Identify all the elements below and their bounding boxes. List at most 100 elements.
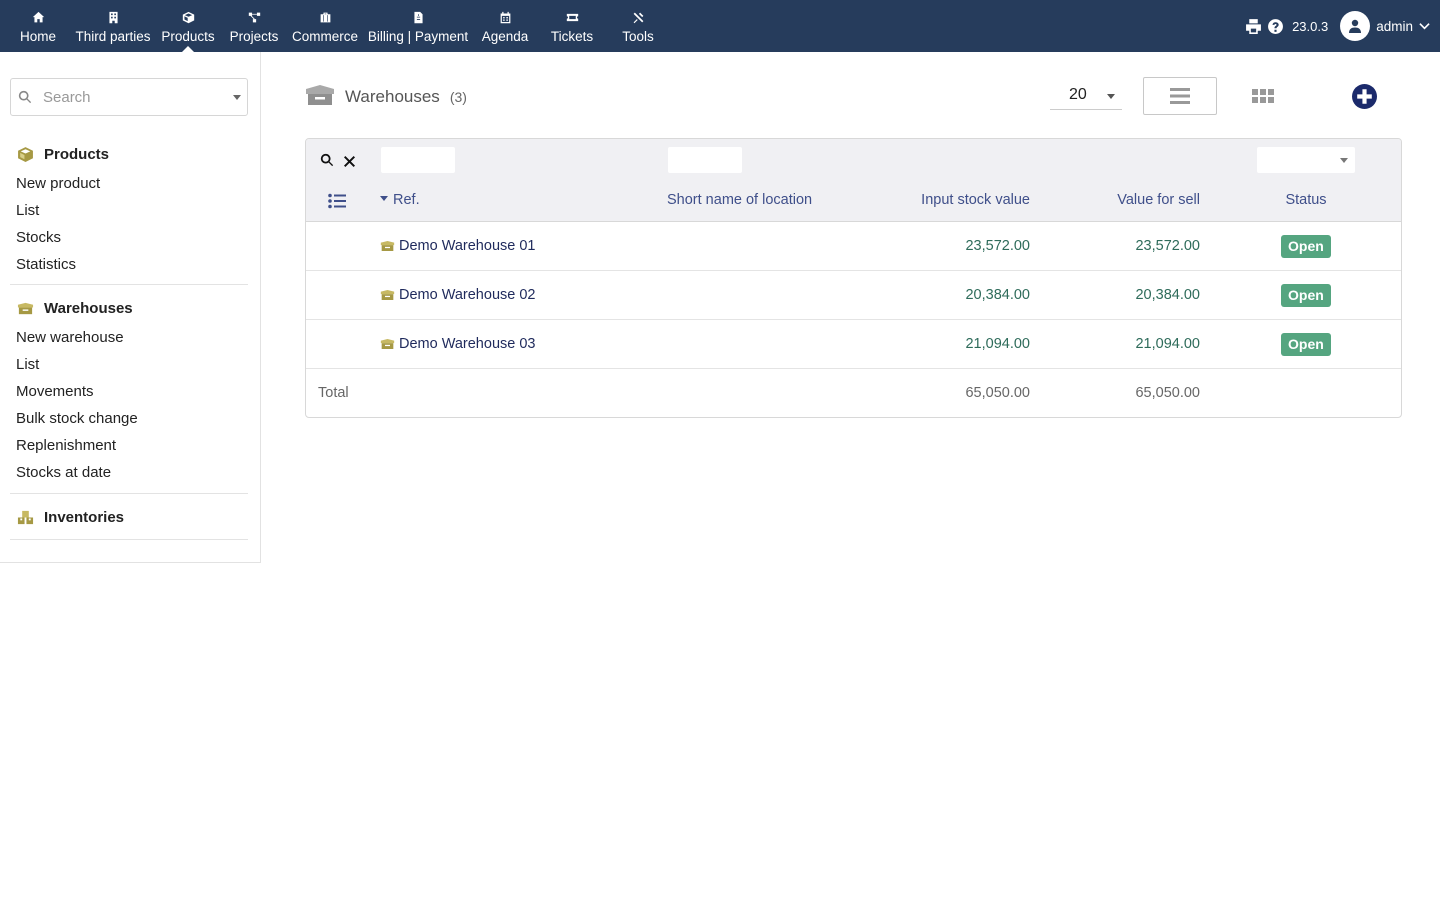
- menu-third-parties[interactable]: Third parties: [75, 0, 151, 52]
- column-header-status[interactable]: Status: [1256, 181, 1356, 222]
- list-view-button[interactable]: [1143, 77, 1217, 115]
- filter-ref-input[interactable]: [381, 147, 455, 173]
- menu-commerce[interactable]: Commerce: [282, 0, 368, 52]
- column-header-label: Ref.: [393, 192, 420, 208]
- warehouse-icon: [380, 241, 395, 251]
- plus-circle-icon: [1352, 84, 1377, 109]
- search-box[interactable]: [10, 78, 248, 116]
- sidebar-item-movements[interactable]: Movements: [10, 378, 248, 405]
- total-value-for-sell: 65,050.00: [1135, 385, 1200, 401]
- warehouse-link[interactable]: Demo Warehouse 02: [380, 271, 535, 319]
- sidebar-item-products-list[interactable]: List: [10, 197, 248, 224]
- user-menu[interactable]: admin: [1340, 11, 1430, 41]
- column-header-ref[interactable]: Ref.: [380, 181, 420, 222]
- search-icon: [11, 90, 39, 104]
- sidebar-item-replenishment[interactable]: Replenishment: [10, 432, 248, 459]
- invoice-icon: [410, 9, 426, 25]
- version-number: 23.0.3: [1292, 18, 1329, 34]
- filter-short-name-input[interactable]: [668, 147, 742, 173]
- sidebar-section-products: Products New product List Stocks Statist…: [10, 141, 248, 278]
- ref-cell: Demo Warehouse 01: [380, 222, 535, 270]
- column-header-value-for-sell[interactable]: Value for sell: [1046, 181, 1200, 222]
- username: admin: [1376, 18, 1413, 34]
- page-size-select[interactable]: 20: [1050, 80, 1122, 110]
- value-for-sell-cell: 20,384.00: [1135, 287, 1200, 303]
- close-icon[interactable]: [344, 154, 356, 167]
- warehouse-link[interactable]: Demo Warehouse 01: [380, 222, 535, 270]
- warehouse-link[interactable]: Demo Warehouse 03: [380, 320, 535, 368]
- tools-icon: [630, 9, 646, 25]
- warehouse-icon: [380, 290, 395, 300]
- table-row: Demo Warehouse 01 23,572.00 23,572.00 Op…: [306, 222, 1401, 271]
- sort-down-icon: [380, 195, 388, 201]
- warehouse-ref: Demo Warehouse 03: [399, 336, 536, 352]
- project-icon: [246, 9, 262, 25]
- value-for-sell-cell: 21,094.00: [1135, 336, 1200, 352]
- cube-icon: [16, 145, 34, 163]
- caret-down-icon[interactable]: [233, 95, 241, 100]
- filter-status-select[interactable]: [1257, 147, 1355, 173]
- column-header-short-name[interactable]: Short name of location: [667, 181, 812, 222]
- search-input[interactable]: [43, 88, 218, 106]
- menu-billing-payment[interactable]: Billing | Payment: [368, 0, 468, 52]
- menu-tickets[interactable]: Tickets: [542, 0, 602, 52]
- menu-label: Billing | Payment: [367, 29, 469, 44]
- sidebar-item-new-product[interactable]: New product: [10, 170, 248, 197]
- page-header: Warehouses (3): [305, 80, 467, 114]
- cube-icon: [180, 9, 196, 25]
- column-selector-icon[interactable]: [328, 193, 346, 209]
- caret-down-icon: [1107, 94, 1115, 99]
- menu-products[interactable]: Products: [150, 0, 226, 52]
- page-title: Warehouses: [345, 87, 440, 106]
- ticket-icon: [564, 9, 580, 25]
- warehouse-icon: [380, 339, 395, 349]
- sidebar-item-stocks-at-date[interactable]: Stocks at date: [10, 459, 248, 486]
- add-warehouse-button[interactable]: [1352, 84, 1377, 109]
- total-row: Total 65,050.00 65,050.00: [306, 369, 1401, 417]
- search-icon[interactable]: [320, 153, 334, 167]
- sidebar-item-warehouses-list[interactable]: List: [10, 351, 248, 378]
- sidebar-title-inventories[interactable]: Inventories: [10, 504, 248, 530]
- sidebar-item-new-warehouse[interactable]: New warehouse: [10, 324, 248, 351]
- input-stock-value-cell: 23,572.00: [965, 238, 1030, 254]
- column-header-input-stock-value[interactable]: Input stock value: [866, 181, 1030, 222]
- kanban-view-button[interactable]: [1240, 77, 1286, 115]
- sidebar-divider: [10, 539, 248, 540]
- sidebar-item-bulk-stock-change[interactable]: Bulk stock change: [10, 405, 248, 432]
- sidebar-title-label: Products: [44, 145, 110, 163]
- top-navigation-bar: Home Third parties Products Projects Com…: [0, 0, 1440, 52]
- value-for-sell-cell: 23,572.00: [1135, 238, 1200, 254]
- table-row: Demo Warehouse 03 21,094.00 21,094.00 Op…: [306, 320, 1401, 369]
- record-count: (3): [449, 89, 467, 105]
- printer-icon[interactable]: [1242, 18, 1264, 35]
- sidebar-item-statistics[interactable]: Statistics: [10, 251, 248, 278]
- menu-agenda[interactable]: Agenda: [468, 0, 542, 52]
- sidebar-item-stocks[interactable]: Stocks: [10, 224, 248, 251]
- main-menu: Home Third parties Products Projects Com…: [0, 0, 674, 52]
- input-stock-value-cell: 21,094.00: [965, 336, 1030, 352]
- menu-label: Commerce: [291, 29, 358, 44]
- status-badge: Open: [1281, 235, 1331, 258]
- menu-projects[interactable]: Projects: [226, 0, 282, 52]
- menu-home[interactable]: Home: [0, 0, 76, 52]
- menu-label: Projects: [229, 29, 279, 44]
- menu-label: Home: [19, 29, 56, 44]
- sidebar-title-products[interactable]: Products: [10, 141, 248, 167]
- menu-tools[interactable]: Tools: [602, 0, 674, 52]
- table-header-row: Ref. Short name of location Input stock …: [306, 181, 1401, 222]
- grid-icon: [1252, 89, 1274, 103]
- page-size-value: 20: [1069, 85, 1087, 103]
- filter-row: [306, 139, 1401, 181]
- menu-label: Tickets: [550, 29, 594, 44]
- calendar-icon: [497, 9, 513, 25]
- home-icon: [30, 9, 46, 25]
- ref-cell: Demo Warehouse 03: [380, 320, 535, 368]
- help-icon[interactable]: [1264, 18, 1286, 35]
- warehouse-icon: [305, 83, 335, 112]
- sidebar-section-warehouses: Warehouses New warehouse List Movements …: [10, 295, 248, 486]
- building-icon: [105, 9, 121, 25]
- warehouse-icon: [16, 299, 34, 317]
- sidebar-title-warehouses[interactable]: Warehouses: [10, 295, 248, 321]
- ref-cell: Demo Warehouse 02: [380, 271, 535, 319]
- table-row: Demo Warehouse 02 20,384.00 20,384.00 Op…: [306, 271, 1401, 320]
